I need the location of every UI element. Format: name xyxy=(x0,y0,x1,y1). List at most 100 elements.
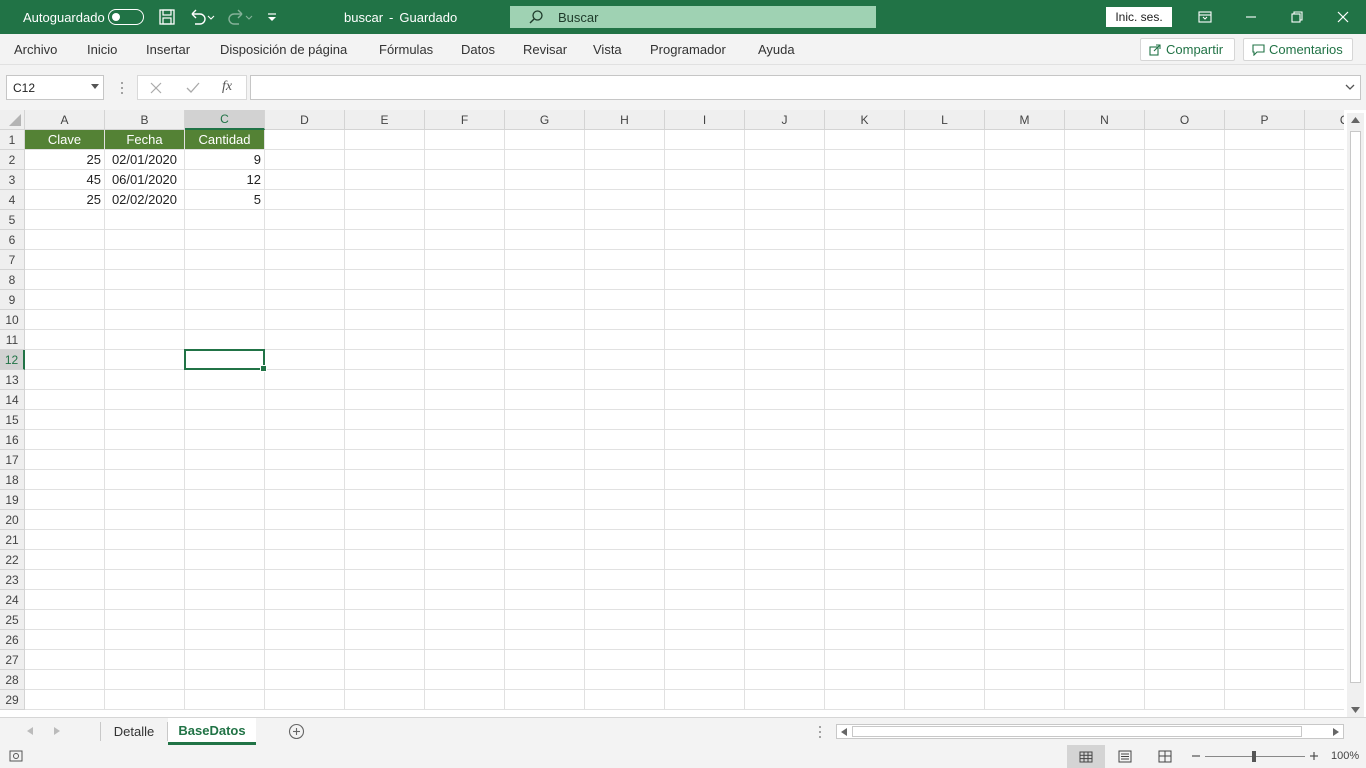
cell-q11[interactable] xyxy=(1305,330,1344,350)
cell-e19[interactable] xyxy=(345,490,425,510)
cell-n25[interactable] xyxy=(1065,610,1145,630)
cell-e9[interactable] xyxy=(345,290,425,310)
cell-p11[interactable] xyxy=(1225,330,1305,350)
cell-h5[interactable] xyxy=(585,210,665,230)
column-header-k[interactable]: K xyxy=(825,110,905,130)
cell-a6[interactable] xyxy=(25,230,105,250)
cell-b14[interactable] xyxy=(105,390,185,410)
cell-e23[interactable] xyxy=(345,570,425,590)
menu-vista[interactable]: Vista xyxy=(593,34,622,65)
cell-j3[interactable] xyxy=(745,170,825,190)
cell-m7[interactable] xyxy=(985,250,1065,270)
enter-icon[interactable] xyxy=(186,82,200,94)
cell-c26[interactable] xyxy=(185,630,265,650)
cell-c12[interactable] xyxy=(185,350,265,370)
cell-h19[interactable] xyxy=(585,490,665,510)
cell-m20[interactable] xyxy=(985,510,1065,530)
cell-p21[interactable] xyxy=(1225,530,1305,550)
cell-i10[interactable] xyxy=(665,310,745,330)
cell-n16[interactable] xyxy=(1065,430,1145,450)
cell-a13[interactable] xyxy=(25,370,105,390)
cell-m18[interactable] xyxy=(985,470,1065,490)
cell-b5[interactable] xyxy=(105,210,185,230)
cell-n28[interactable] xyxy=(1065,670,1145,690)
cell-p27[interactable] xyxy=(1225,650,1305,670)
cell-c16[interactable] xyxy=(185,430,265,450)
cell-a18[interactable] xyxy=(25,470,105,490)
cell-j8[interactable] xyxy=(745,270,825,290)
cell-f7[interactable] xyxy=(425,250,505,270)
tab-split-grip-icon[interactable] xyxy=(818,725,822,739)
cell-d12[interactable] xyxy=(265,350,345,370)
cell-d11[interactable] xyxy=(265,330,345,350)
cell-q3[interactable] xyxy=(1305,170,1344,190)
cell-m25[interactable] xyxy=(985,610,1065,630)
cell-f14[interactable] xyxy=(425,390,505,410)
cell-e10[interactable] xyxy=(345,310,425,330)
cell-b22[interactable] xyxy=(105,550,185,570)
cell-j6[interactable] xyxy=(745,230,825,250)
cell-a4[interactable]: 25 xyxy=(25,190,105,210)
cell-e21[interactable] xyxy=(345,530,425,550)
cell-h24[interactable] xyxy=(585,590,665,610)
cell-p7[interactable] xyxy=(1225,250,1305,270)
cell-o10[interactable] xyxy=(1145,310,1225,330)
cell-q9[interactable] xyxy=(1305,290,1344,310)
cell-a8[interactable] xyxy=(25,270,105,290)
cell-o18[interactable] xyxy=(1145,470,1225,490)
cell-e17[interactable] xyxy=(345,450,425,470)
row-header-4[interactable]: 4 xyxy=(0,190,25,210)
cell-f10[interactable] xyxy=(425,310,505,330)
cell-e6[interactable] xyxy=(345,230,425,250)
cell-d3[interactable] xyxy=(265,170,345,190)
cell-b15[interactable] xyxy=(105,410,185,430)
cell-k12[interactable] xyxy=(825,350,905,370)
cell-p19[interactable] xyxy=(1225,490,1305,510)
cell-j10[interactable] xyxy=(745,310,825,330)
cell-c15[interactable] xyxy=(185,410,265,430)
cell-b23[interactable] xyxy=(105,570,185,590)
cell-g1[interactable] xyxy=(505,130,585,150)
cell-k24[interactable] xyxy=(825,590,905,610)
cell-a28[interactable] xyxy=(25,670,105,690)
cell-l11[interactable] xyxy=(905,330,985,350)
cell-e29[interactable] xyxy=(345,690,425,710)
row-header-25[interactable]: 25 xyxy=(0,610,25,630)
cell-g8[interactable] xyxy=(505,270,585,290)
cell-g9[interactable] xyxy=(505,290,585,310)
cell-n12[interactable] xyxy=(1065,350,1145,370)
cell-c5[interactable] xyxy=(185,210,265,230)
cell-p24[interactable] xyxy=(1225,590,1305,610)
menu-datos[interactable]: Datos xyxy=(461,34,495,65)
cell-a5[interactable] xyxy=(25,210,105,230)
cell-l8[interactable] xyxy=(905,270,985,290)
cell-e13[interactable] xyxy=(345,370,425,390)
cell-h25[interactable] xyxy=(585,610,665,630)
cell-p22[interactable] xyxy=(1225,550,1305,570)
cell-q17[interactable] xyxy=(1305,450,1344,470)
cell-h2[interactable] xyxy=(585,150,665,170)
row-header-18[interactable]: 18 xyxy=(0,470,25,490)
cell-q22[interactable] xyxy=(1305,550,1344,570)
row-header-10[interactable]: 10 xyxy=(0,310,25,330)
cell-o15[interactable] xyxy=(1145,410,1225,430)
cell-l2[interactable] xyxy=(905,150,985,170)
cell-n20[interactable] xyxy=(1065,510,1145,530)
cell-n6[interactable] xyxy=(1065,230,1145,250)
share-button[interactable]: Compartir xyxy=(1140,38,1235,61)
cell-h23[interactable] xyxy=(585,570,665,590)
cell-b6[interactable] xyxy=(105,230,185,250)
cell-o7[interactable] xyxy=(1145,250,1225,270)
column-header-l[interactable]: L xyxy=(905,110,985,130)
cell-o23[interactable] xyxy=(1145,570,1225,590)
cell-a10[interactable] xyxy=(25,310,105,330)
cell-q4[interactable] xyxy=(1305,190,1344,210)
scroll-left-icon[interactable] xyxy=(841,728,847,736)
cell-c17[interactable] xyxy=(185,450,265,470)
cell-i12[interactable] xyxy=(665,350,745,370)
cell-b2[interactable]: 02/01/2020 xyxy=(105,150,185,170)
cell-j14[interactable] xyxy=(745,390,825,410)
cell-f27[interactable] xyxy=(425,650,505,670)
cell-l18[interactable] xyxy=(905,470,985,490)
cell-b21[interactable] xyxy=(105,530,185,550)
